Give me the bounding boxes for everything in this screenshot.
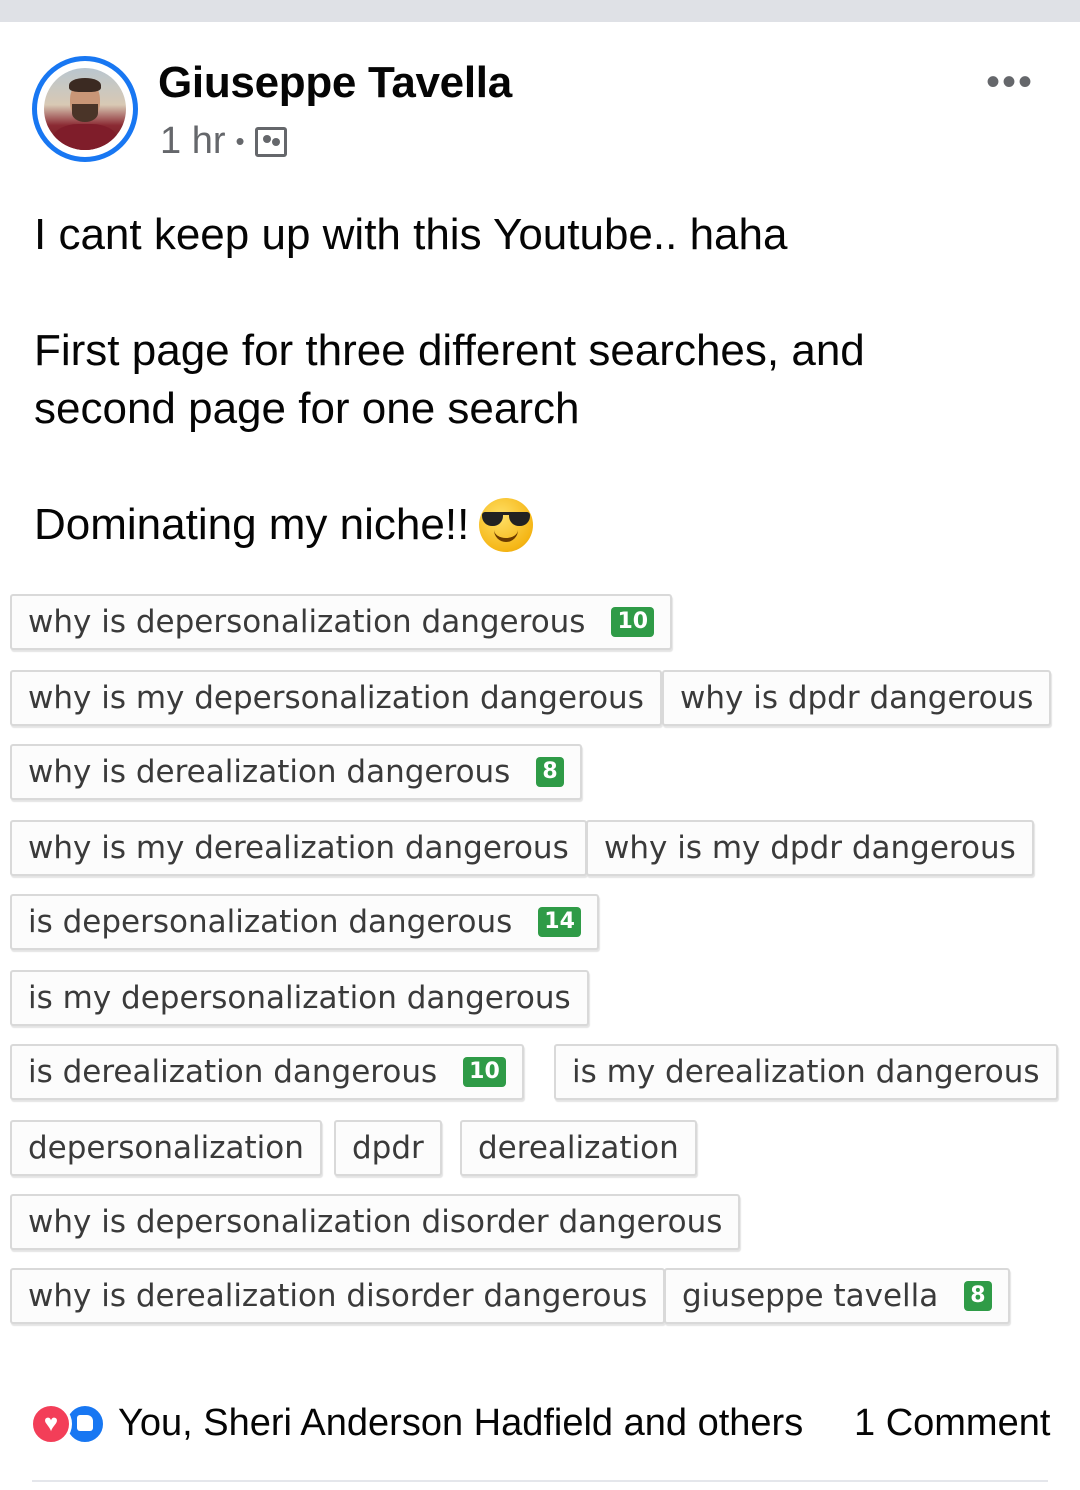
search-tag: derealization (460, 1120, 697, 1176)
tag-label: why is my dpdr dangerous (604, 830, 1016, 866)
author-name[interactable]: Giuseppe Tavella (158, 58, 512, 108)
rank-badge: 8 (964, 1281, 992, 1311)
tag-label: why is my depersonalization dangerous (28, 680, 644, 716)
friends-audience-icon[interactable] (254, 126, 287, 157)
search-tag: is my depersonalization dangerous (10, 970, 589, 1026)
search-tag: why is my depersonalization dangerous (10, 670, 662, 726)
tag-label: why is depersonalization dangerous (28, 604, 586, 640)
avatar-photo (44, 68, 126, 150)
post-text-line: second page for one search (34, 384, 580, 433)
post-time[interactable]: 1 hr (160, 120, 225, 163)
search-tag: why is dpdr dangerous (662, 670, 1052, 726)
tag-label: is depersonalization dangerous (28, 904, 513, 940)
tag-label: is my derealization dangerous (572, 1054, 1040, 1090)
reactions-text: You, Sheri Anderson Hadfield and others (118, 1402, 804, 1444)
post-text-line-with-emoji: Dominating my niche!! (34, 496, 534, 554)
comments-count-link[interactable]: 1 Comment (854, 1402, 1050, 1445)
tag-label: is derealization dangerous (28, 1054, 438, 1090)
search-tag: why is depersonalization disorder danger… (10, 1194, 741, 1250)
post-text-line: I cant keep up with this Youtube.. haha (34, 210, 788, 259)
rank-badge: 8 (536, 757, 564, 787)
tag-label: why is derealization disorder dangerous (28, 1278, 648, 1314)
tag-label: why is derealization dangerous (28, 754, 511, 790)
sunglasses-emoji-icon (479, 498, 534, 552)
search-tag: is my derealization dangerous (554, 1044, 1058, 1100)
reaction-summary[interactable]: You, Sheri Anderson Hadfield and others (30, 1402, 803, 1445)
more-options-icon[interactable]: ••• (986, 60, 1034, 105)
status-strip (0, 0, 1080, 22)
search-tag: is derealization dangerous 10 (10, 1044, 524, 1100)
tag-label: dpdr (352, 1130, 424, 1166)
rank-badge: 10 (463, 1057, 506, 1087)
search-tag: dpdr (334, 1120, 442, 1176)
tag-label: why is my derealization dangerous (28, 830, 569, 866)
search-tag: giuseppe tavella 8 (664, 1268, 1010, 1324)
divider (32, 1480, 1048, 1482)
search-tag: why is derealization disorder dangerous (10, 1268, 666, 1324)
author-avatar[interactable] (32, 56, 138, 162)
tag-label: giuseppe tavella (682, 1278, 939, 1314)
tag-label: why is dpdr dangerous (680, 680, 1034, 716)
rank-badge: 14 (538, 907, 581, 937)
search-tag: is depersonalization dangerous 14 (10, 894, 599, 950)
post-text-line: Dominating my niche!! (34, 500, 470, 549)
search-tag: why is derealization dangerous 8 (10, 744, 582, 800)
rank-badge: 10 (611, 607, 655, 637)
post-text-line: First page for three different searches,… (34, 326, 865, 375)
search-tag: why is depersonalization dangerous 10 (10, 594, 673, 650)
search-tag: why is my derealization dangerous (10, 820, 587, 876)
tag-label: why is depersonalization disorder danger… (28, 1204, 723, 1240)
search-tag: depersonalization (10, 1120, 322, 1176)
tag-label: depersonalization (28, 1130, 304, 1166)
post-meta: 1 hr • (160, 120, 287, 163)
tag-label: derealization (478, 1130, 679, 1166)
meta-separator: • (235, 126, 245, 156)
love-reaction-icon (30, 1402, 72, 1445)
tag-label: is my depersonalization dangerous (28, 980, 571, 1016)
search-tag: why is my dpdr dangerous (586, 820, 1034, 876)
